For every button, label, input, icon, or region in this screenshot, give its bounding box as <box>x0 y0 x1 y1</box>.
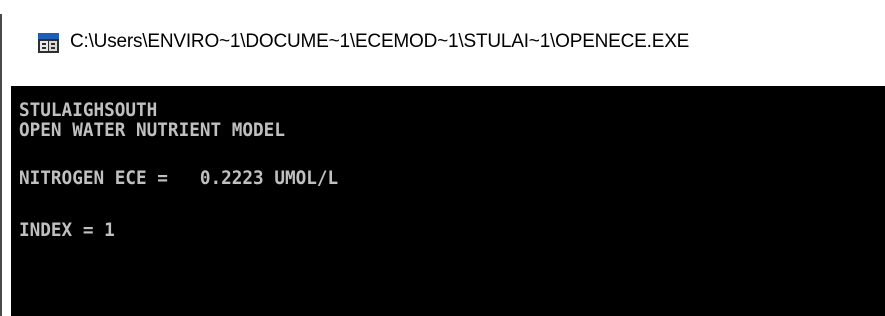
console-line-nitrogen-ece: NITROGEN ECE = 0.2223 UMOL/L <box>19 167 339 189</box>
title-bar[interactable]: C:\Users\ENVIRO~1\DOCUME~1\ECEMOD~1\STUL… <box>0 0 885 86</box>
window-title: C:\Users\ENVIRO~1\DOCUME~1\ECEMOD~1\STUL… <box>70 31 690 52</box>
console-line-site-name: STULAIGHSOUTH <box>19 99 158 121</box>
console-output-area[interactable]: STULAIGHSOUTH OPEN WATER NUTRIENT MODEL … <box>11 86 885 316</box>
console-window: C:\Users\ENVIRO~1\DOCUME~1\ECEMOD~1\STUL… <box>0 0 885 316</box>
console-app-icon[interactable] <box>37 32 61 54</box>
window-border <box>0 14 2 316</box>
console-line-index: INDEX = 1 <box>19 219 115 241</box>
console-line-model-name: OPEN WATER NUTRIENT MODEL <box>19 119 285 141</box>
